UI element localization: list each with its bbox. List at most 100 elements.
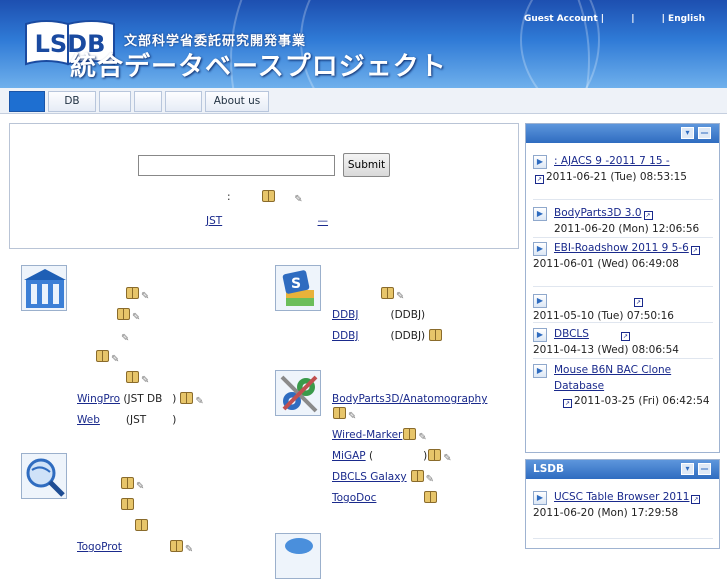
news-link[interactable]: BodyParts3D 3.0 — [554, 207, 642, 219]
tab-4[interactable] — [165, 91, 202, 112]
book-icon[interactable] — [135, 519, 148, 531]
globe-search-icon[interactable] — [21, 453, 67, 499]
close-icon[interactable]: — — [698, 127, 711, 139]
close-icon[interactable]: — — [698, 463, 711, 475]
arrow-right-icon[interactable]: ▶ — [533, 328, 547, 342]
news-link[interactable]: EBI-Roadshow 2011 9 5-6 — [554, 242, 689, 254]
db-link[interactable]: DBCLS Galaxy — [332, 471, 407, 483]
top-links: Guest Account | | | English — [520, 14, 705, 24]
db-link[interactable] — [77, 478, 117, 490]
feather-icon[interactable]: ✎ — [141, 291, 154, 303]
external-link-icon[interactable]: ↗ — [620, 332, 630, 341]
db-link[interactable] — [77, 520, 127, 532]
database-stack-icon[interactable]: S — [275, 265, 321, 311]
book-icon — [261, 190, 275, 202]
feather-icon[interactable]: ✎ — [136, 481, 149, 493]
feather-icon[interactable]: ✎ — [132, 312, 145, 324]
external-link-icon[interactable]: ↗ — [634, 298, 643, 307]
db-link[interactable] — [332, 288, 380, 300]
db-link[interactable]: WingPro — [77, 393, 120, 405]
external-link-icon[interactable]: ↗ — [563, 399, 572, 408]
book-icon[interactable] — [117, 308, 130, 320]
list-item-close: ) — [172, 393, 177, 405]
feather-icon[interactable]: ✎ — [348, 411, 361, 423]
minimize-icon[interactable]: ▾ — [681, 463, 694, 475]
book-icon[interactable] — [424, 491, 438, 503]
building-icon[interactable] — [21, 265, 67, 311]
news-link[interactable]: : AJACS 9 -2011 7 15 - — [554, 155, 670, 167]
external-link-icon[interactable]: ↗ — [690, 246, 700, 255]
book-icon[interactable] — [126, 287, 139, 299]
tab-db[interactable]: DB — [48, 91, 96, 112]
db-link[interactable]: TogoProt — [77, 541, 122, 553]
arrow-right-icon[interactable]: ▶ — [533, 207, 547, 221]
db-link[interactable] — [77, 499, 113, 511]
db-link[interactable] — [77, 372, 125, 384]
book-icon[interactable] — [126, 371, 139, 383]
jst-link[interactable]: JST — [160, 215, 252, 227]
submit-button[interactable]: Submit — [343, 153, 390, 177]
search-panel: Submit : ✎ JST — — [9, 123, 519, 249]
tools-icon[interactable] — [275, 370, 321, 416]
db-link[interactable] — [77, 288, 125, 300]
arrow-right-icon[interactable]: ▶ — [533, 294, 547, 308]
feather-icon[interactable]: ✎ — [195, 396, 208, 408]
db-link[interactable]: DDBJ — [332, 309, 386, 321]
search-input[interactable] — [138, 155, 335, 176]
feather-icon[interactable]: ✎ — [185, 544, 198, 556]
divider — [533, 286, 713, 287]
book-icon[interactable] — [403, 428, 417, 440]
feather-icon[interactable]: ✎ — [141, 375, 154, 387]
db-link[interactable] — [77, 330, 119, 342]
cloud-icon[interactable] — [275, 533, 321, 579]
arrow-right-icon[interactable]: ▶ — [533, 491, 547, 505]
external-link-icon[interactable]: ↗ — [535, 174, 544, 184]
english-link[interactable]: | English — [662, 14, 705, 24]
db-link[interactable]: TogoDoc — [332, 492, 376, 504]
divider — [533, 538, 713, 539]
db-link[interactable]: Wired-Marker — [332, 429, 402, 441]
tab-home[interactable] — [9, 91, 45, 112]
news-link[interactable] — [554, 294, 632, 306]
feather-icon[interactable]: ✎ — [111, 354, 124, 366]
db-link[interactable]: DDBJ — [332, 330, 386, 342]
book-icon[interactable] — [121, 498, 134, 510]
tab-2[interactable] — [99, 91, 131, 112]
book-icon[interactable] — [428, 449, 442, 461]
list-item: ✎ — [77, 474, 257, 495]
external-link-icon[interactable]: ↗ — [643, 211, 653, 220]
arrow-right-icon[interactable]: ▶ — [533, 364, 547, 378]
news-meta: 2011-06-20 (Mon) 12:06:56 — [554, 222, 700, 235]
news-link[interactable]: DBCLS — [554, 328, 619, 340]
db-link[interactable]: Web — [77, 414, 126, 426]
jst-link-more[interactable]: — — [312, 215, 335, 227]
book-icon[interactable] — [429, 329, 443, 341]
tab-3[interactable] — [134, 91, 162, 112]
book-icon[interactable] — [410, 470, 424, 482]
feather-icon[interactable]: ✎ — [396, 291, 409, 303]
news-link[interactable]: UCSC Table Browser 2011 — [554, 491, 689, 503]
link-list-right-b: BodyParts3D/Anatomography ✎ Wired-Marker… — [332, 389, 517, 509]
book-icon[interactable] — [121, 477, 134, 489]
external-link-icon[interactable]: ↗ — [691, 495, 701, 504]
book-icon[interactable] — [180, 392, 194, 404]
book-icon[interactable] — [333, 407, 346, 419]
book-icon[interactable] — [381, 287, 394, 299]
arrow-right-icon[interactable]: ▶ — [533, 155, 547, 169]
feather-icon[interactable]: ✎ — [121, 333, 134, 345]
news-link[interactable]: Mouse B6N BAC Clone Database — [554, 364, 671, 392]
db-link[interactable] — [77, 309, 113, 321]
book-icon[interactable] — [169, 540, 183, 552]
feather-icon[interactable]: ✎ — [443, 453, 456, 465]
feather-icon[interactable]: ✎ — [418, 432, 431, 444]
feather-icon[interactable]: ✎ — [426, 474, 439, 486]
minimize-icon[interactable]: ▾ — [681, 127, 694, 139]
news-item: ▶ DBCLS ↗ 2011-04-13 (Wed) 08:06:54 — [533, 327, 715, 358]
lsdb-news-panel: LSDB ▾ — ▶ UCSC Table Browser 2011 ↗ 2011… — [525, 459, 720, 549]
db-link[interactable]: MiGAP — [332, 450, 366, 462]
project-title[interactable]: 統合データベースプロジェクト — [70, 46, 447, 83]
tab-about-us[interactable]: About us — [205, 91, 269, 112]
arrow-right-icon[interactable]: ▶ — [533, 242, 547, 256]
db-link[interactable] — [77, 351, 93, 363]
book-icon[interactable] — [96, 350, 109, 362]
